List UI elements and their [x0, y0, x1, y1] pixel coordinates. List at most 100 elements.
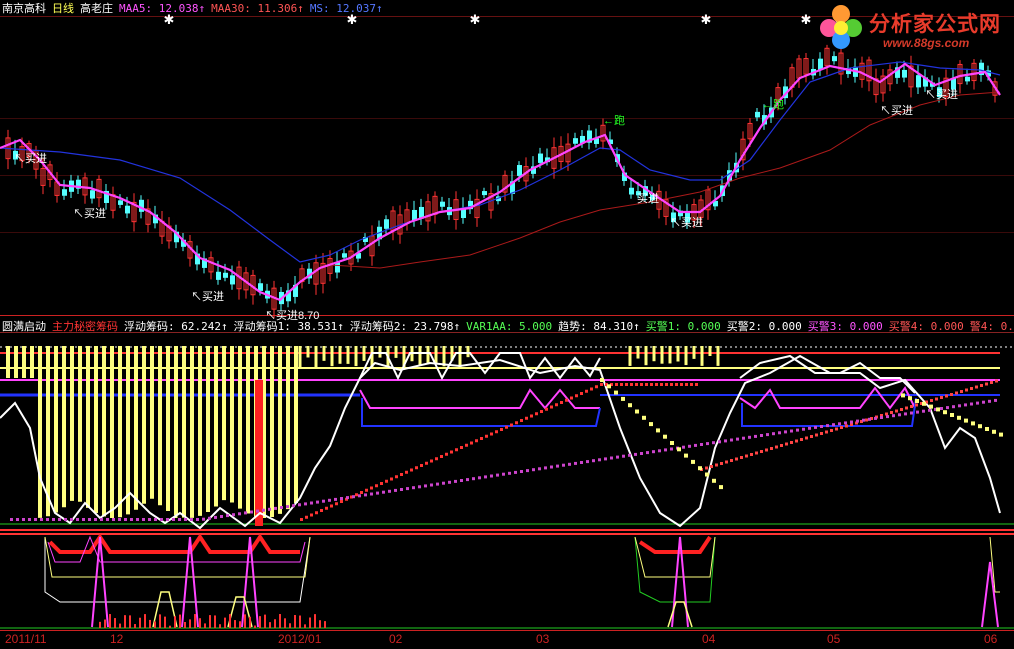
magenta-dot: [514, 470, 517, 474]
magenta-dot: [784, 430, 787, 434]
red-dot: [615, 383, 618, 386]
magenta-dot: [304, 502, 307, 506]
red-dot: [645, 383, 648, 386]
red-dot: [410, 468, 413, 472]
magenta-dot: [688, 444, 691, 448]
yellow-dot: [698, 466, 702, 471]
signal-chart[interactable]: [0, 532, 1014, 632]
red-dot: [810, 435, 813, 438]
magenta-dot: [874, 416, 877, 420]
magenta-dot: [664, 448, 667, 452]
logo-url: www.88gs.com: [883, 36, 970, 50]
red-dot: [735, 457, 738, 461]
red-dot: [630, 383, 633, 386]
red-envelope-2: [638, 535, 712, 554]
magenta-dot: [802, 427, 805, 431]
candle-body: [538, 153, 543, 163]
candle-body: [902, 69, 907, 78]
indicator-pane[interactable]: 圆满启动 主力秘密筹码 浮动筹码: 62.242↑ 浮动筹码1: 38.531↑ 浮动筹…: [0, 318, 1014, 532]
ma5-line: [0, 62, 1001, 302]
indicator-chart[interactable]: [0, 318, 1014, 532]
magenta-dot: [358, 494, 361, 498]
red-dot: [470, 441, 473, 445]
candle-body: [517, 165, 522, 176]
red-dot: [445, 452, 448, 456]
candle-body: [629, 187, 634, 195]
axis-label-06: 06: [984, 632, 998, 646]
red-dot: [560, 401, 563, 404]
magenta-dot: [706, 442, 709, 446]
red-dot: [705, 466, 708, 470]
red-dot: [950, 393, 953, 396]
buy-signal-5: ↖买进: [670, 217, 703, 229]
magenta-dot: [148, 518, 151, 521]
price-chart-pane[interactable]: ✱✱✱✱✱✱ 南京高科日线高老庄MAA5: 12.038↑MAA30: 11.3…: [0, 0, 1014, 322]
candle-body: [384, 219, 389, 229]
magenta-dot: [772, 432, 775, 436]
yellow-dot: [607, 384, 611, 389]
axis-label-04: 04: [702, 632, 716, 646]
red-dot: [580, 392, 583, 395]
red-dot: [900, 408, 903, 411]
red-dot: [420, 464, 423, 467]
red-dot: [895, 409, 898, 413]
red-dot: [790, 441, 793, 444]
buy-signal-6: ↖买进: [880, 105, 913, 117]
magenta-dot: [958, 404, 961, 408]
magenta-dot: [172, 518, 175, 521]
magenta-dot: [628, 453, 631, 457]
red-dot: [820, 432, 823, 435]
magenta-dot: [370, 492, 373, 496]
yellow-dot: [978, 424, 982, 429]
red-dot: [510, 423, 513, 427]
red-dot: [390, 477, 393, 481]
magenta-dot: [208, 516, 211, 520]
indicator-header: 圆满启动 主力秘密筹码 浮动筹码: 62.242↑ 浮动筹码1: 38.531↑ 浮动筹…: [2, 320, 1014, 334]
red-dot: [340, 500, 343, 503]
red-dot: [770, 447, 773, 450]
red-dot: [945, 394, 948, 398]
red-dot: [535, 412, 538, 416]
run-signal-2: ←跑: [762, 99, 784, 111]
magenta-dot: [904, 412, 907, 416]
magenta-dot: [946, 406, 949, 410]
magenta-dot: [118, 518, 121, 521]
axis-label-03: 03: [536, 632, 550, 646]
star-marker-icon: ✱: [801, 13, 812, 28]
yellow-dot: [971, 421, 975, 426]
magenta-dot: [106, 518, 109, 521]
red-dot: [465, 443, 468, 447]
ma30-value: MAA30: 11.306↑: [211, 2, 304, 15]
yellow-dot: [635, 409, 639, 414]
magenta-dot: [166, 518, 169, 521]
red-dot: [500, 428, 503, 431]
magenta-dot: [658, 449, 661, 453]
yellow-dot: [992, 429, 996, 434]
magenta-dot: [196, 518, 199, 521]
magenta-dot: [940, 407, 943, 410]
red-dot: [905, 406, 908, 410]
candle-body: [62, 189, 67, 196]
magenta-dot: [160, 518, 163, 521]
red-dot: [475, 439, 478, 443]
candle-body: [573, 138, 578, 144]
magenta-dot: [520, 470, 523, 473]
candle-body: [832, 56, 837, 62]
signal-spike: [981, 561, 999, 628]
magenta-dot: [328, 498, 331, 502]
magenta-dot: [640, 452, 643, 455]
magenta-dot: [712, 441, 715, 445]
red-dot: [755, 451, 758, 455]
red-dot: [720, 462, 723, 465]
axis-label-2011-11: 2011/11: [5, 632, 47, 646]
magenta-dot: [862, 418, 865, 422]
magenta-dot: [10, 518, 13, 521]
yellow-dot: [957, 415, 961, 420]
red-dot: [505, 425, 508, 429]
magenta-dot: [508, 471, 511, 475]
red-dot: [830, 429, 833, 432]
candle-body: [342, 253, 347, 258]
signal-pane[interactable]: [0, 532, 1014, 632]
red-dot: [495, 430, 498, 434]
magenta-dot: [760, 434, 763, 437]
